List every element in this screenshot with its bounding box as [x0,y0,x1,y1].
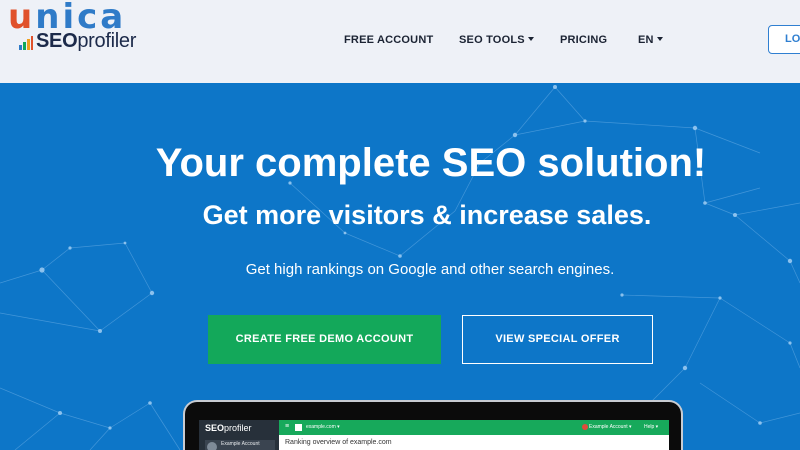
app-account-box: Example Account [205,440,275,450]
hero-description: Get high rankings on Google and other se… [245,261,615,278]
hero-title: Your complete SEO solution! [155,141,707,185]
app-domain-select: example.com ▾ [306,424,340,430]
tab-icon [295,424,302,431]
hero-subtitle: Get more visitors & increase sales. [202,200,652,230]
user-avatar-icon [582,424,588,430]
logo-seo: SEO [36,30,78,52]
app-logo-seo: SEO [205,423,225,433]
app-help-menu: Help ▾ [644,424,659,430]
nav-free-account[interactable]: FREE ACCOUNT [344,33,433,47]
nav-language-label: EN [638,34,654,46]
laptop-preview: SEOprofiler Example Account ≡ example.co… [183,400,683,450]
nav-seo-tools-label: SEO TOOLS [459,34,525,46]
app-topbar: ≡ example.com ▾ Example Account ▾ Help ▾ [279,420,669,435]
menu-icon: ≡ [285,423,290,430]
create-free-demo-account-button[interactable]: CREATE FREE DEMO ACCOUNT [208,315,441,364]
app-logo: SEOprofiler [205,423,252,433]
nav-seo-tools[interactable]: SEO TOOLS [459,33,534,47]
logo-seoprofiler-text: SEOprofiler [36,30,136,52]
app-page-title: Ranking overview of example.com [285,439,392,446]
nav-pricing[interactable]: PRICING [560,33,607,47]
app-screenshot: SEOprofiler Example Account ≡ example.co… [199,420,669,450]
unica-seoprofiler-logo[interactable]: unica SEOprofiler [8,0,158,52]
app-logo-profiler: profiler [224,423,252,433]
site-header: unica SEOprofiler FREE ACCOUNT SEO TOOLS… [0,0,800,83]
app-account-menu: Example Account ▾ [589,424,632,430]
nav-language[interactable]: EN [638,33,663,47]
avatar [207,442,217,450]
view-special-offer-button[interactable]: VIEW SPECIAL OFFER [462,315,653,364]
caret-down-icon [656,37,663,41]
caret-down-icon [527,37,534,41]
logo-profiler: profiler [77,30,137,52]
logo-letter: u [8,0,36,37]
bar-chart-icon [19,36,33,50]
app-account-label: Example Account [221,441,260,447]
app-sidebar: SEOprofiler Example Account [199,420,279,450]
login-button[interactable]: LO [768,25,800,54]
